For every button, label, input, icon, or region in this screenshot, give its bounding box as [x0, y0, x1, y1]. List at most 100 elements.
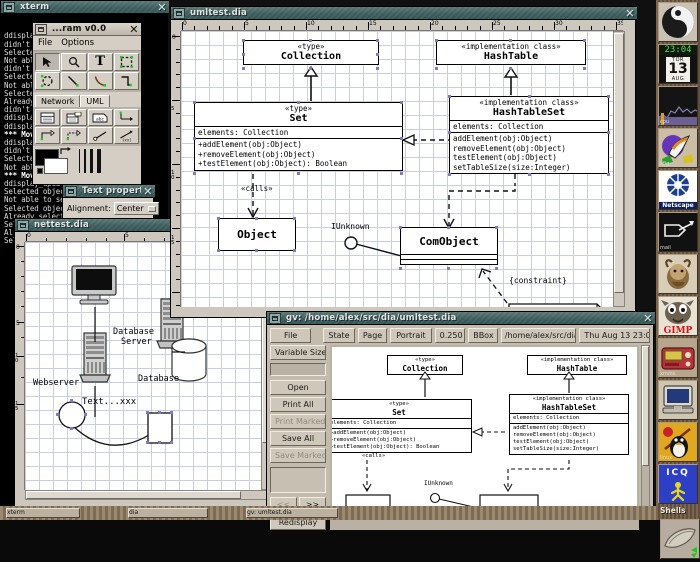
taskbar-item-xterm[interactable]: xterm	[6, 508, 80, 518]
computer-icon[interactable]	[658, 380, 698, 420]
text-tool-button[interactable]: T	[88, 53, 113, 71]
linux-penguin-icon[interactable]: linux	[658, 422, 698, 462]
radio-icon[interactable]: xmms	[658, 338, 698, 378]
ellipse-tool-button[interactable]	[35, 72, 60, 90]
zigzagline-tool-button[interactable]	[114, 72, 139, 90]
gv-toolbar[interactable]: File State Page Portrait 0.250 BBox /hom…	[267, 325, 653, 345]
magnify-tool-button[interactable]	[61, 53, 86, 71]
close-icon[interactable]: ✕	[155, 2, 169, 13]
close-icon[interactable]: ✕	[141, 186, 155, 197]
gnu-icon[interactable]	[658, 254, 698, 294]
icq-icon[interactable]: ICQ	[658, 464, 698, 504]
toolbox-titlebar[interactable]: ...ram v0.0 ✕	[33, 23, 141, 36]
sheet-grid[interactable]: abc	[33, 107, 141, 146]
box-tool-button[interactable]	[114, 53, 139, 71]
gv-orientation-button[interactable]: Portrait	[390, 328, 431, 343]
system-monitor-icon[interactable]: cpu	[658, 86, 698, 126]
class-icon-button[interactable]	[35, 109, 60, 126]
wmaker-icon[interactable]	[658, 2, 698, 42]
close-icon[interactable]: ✕	[127, 24, 141, 35]
hashtableset-class[interactable]: «implementation class» HashTableSet elem…	[449, 96, 609, 174]
note-icon-button[interactable]: abc	[88, 109, 113, 126]
gv-page-field[interactable]	[270, 363, 326, 376]
background-color[interactable]	[44, 158, 68, 174]
tab-network[interactable]: Network	[35, 95, 80, 107]
taskbar-item-dia[interactable]: dia	[128, 508, 208, 518]
rectangle-shape[interactable]	[147, 412, 173, 447]
xmail-icon[interactable]: mail	[658, 212, 698, 252]
gimp-paint-icon[interactable]: xfig	[658, 128, 698, 168]
gv-titlebar[interactable]: gv: /home/alex/src/dia/umltest.dia ✕	[267, 312, 655, 325]
gimp-icon[interactable]: GIMP	[658, 296, 698, 336]
gv-save-all-button[interactable]: Save All	[270, 431, 326, 446]
dependency-icon-button[interactable]	[114, 109, 139, 126]
netscape-icon[interactable]: Netscape	[658, 170, 698, 210]
gv-open-button[interactable]: Open	[270, 380, 326, 395]
gv-window[interactable]: gv: /home/alex/src/dia/umltest.dia ✕ Fil…	[266, 311, 654, 520]
object-class[interactable]: Object	[218, 218, 296, 251]
close-icon[interactable]: ✕	[641, 313, 655, 324]
shells-drawer[interactable]: Shells	[656, 506, 700, 562]
gv-page-render[interactable]: «type» Collection «implementation class»…	[332, 347, 637, 513]
gv-page-button[interactable]: Page	[358, 328, 388, 343]
xterm-titlebar[interactable]: xterm ✕	[1, 1, 169, 14]
gv-file-menu[interactable]: File	[270, 328, 311, 343]
gv-state-button[interactable]: State	[323, 328, 355, 343]
swap-colors-icon[interactable]	[60, 147, 72, 157]
menu-file[interactable]: File	[38, 38, 52, 48]
collection-class[interactable]: «type» Collection	[243, 40, 379, 65]
umltest-canvas[interactable]: Object dependency (dashed, open arrow) -…	[181, 31, 613, 307]
window-menu-icon[interactable]	[269, 313, 281, 324]
gv-sidebar[interactable]: Variable Size Open Print All Print Marke…	[270, 345, 326, 530]
sheet-tabs[interactable]: Network UML	[35, 95, 139, 107]
text-properties-titlebar[interactable]: Text properties ✕	[63, 185, 155, 198]
umltest-vscrollbar[interactable]	[613, 31, 625, 307]
nettest-hscrollbar[interactable]	[25, 490, 271, 500]
linewidth-4[interactable]	[97, 149, 101, 173]
set-class[interactable]: «type» Set elements: Collection +addElem…	[194, 102, 403, 171]
linewidth-1[interactable]	[79, 149, 80, 173]
implements-icon-button[interactable]: (xx)	[114, 127, 139, 144]
association-icon-button[interactable]	[88, 127, 113, 144]
menu-options[interactable]: Options	[61, 38, 94, 48]
line-tool-button[interactable]	[61, 72, 86, 90]
tool-grid[interactable]: T	[33, 51, 141, 92]
gv-bbox-button[interactable]: BBox	[468, 328, 498, 343]
dock[interactable]: 23:04 TOR 13 AUG cpu	[656, 0, 700, 520]
window-menu-icon[interactable]	[35, 24, 47, 35]
taskbar[interactable]: xterm dia gv: umltest.dia	[0, 506, 656, 520]
fg-bg-color-swatch[interactable]	[35, 149, 71, 175]
gv-vscrollbar[interactable]	[641, 345, 650, 515]
linewidth-3[interactable]	[90, 149, 93, 173]
taskbar-item-gv[interactable]: gv: umltest.dia	[246, 508, 338, 518]
dia-toolbox-window[interactable]: ...ram v0.0 ✕ File Options T	[32, 22, 142, 185]
nettest-hscroll-row[interactable]	[25, 490, 271, 500]
umltest-titlebar[interactable]: umltest.dia ✕	[171, 7, 637, 20]
gv-preview-pane[interactable]: «type» Collection «implementation class»…	[330, 345, 639, 530]
umltest-window[interactable]: umltest.dia ✕ 05101520253035 0 5 10 15	[170, 6, 636, 318]
note-shape[interactable]: Note: xyzzy!	[508, 303, 608, 307]
window-menu-icon[interactable]	[173, 8, 185, 19]
comobject-class[interactable]: ComObject	[400, 227, 498, 265]
gv-page-thumbnail[interactable]	[270, 467, 326, 493]
class-stereotype-icon-button[interactable]	[61, 109, 86, 126]
realization-icon-button[interactable]	[61, 127, 86, 144]
gv-scale-button[interactable]: 0.250	[435, 328, 466, 343]
close-icon[interactable]: ✕	[623, 8, 637, 19]
reset-colors-icon[interactable]	[37, 168, 43, 174]
window-menu-icon[interactable]	[3, 2, 15, 13]
hashtable-class[interactable]: «implementation class» HashTable	[436, 40, 586, 65]
arc-tool-button[interactable]	[88, 72, 113, 90]
linewidth-2[interactable]	[84, 149, 86, 173]
line-width-selector[interactable]	[75, 149, 101, 173]
shells-icon[interactable]	[660, 519, 700, 559]
window-menu-icon[interactable]	[17, 220, 29, 231]
gv-path-field[interactable]: /home/alex/src/dia/umlt	[501, 328, 577, 343]
alignment-select[interactable]: Center	[114, 202, 159, 215]
gv-variable-size-button[interactable]: Variable Size	[270, 345, 326, 360]
clock-icon[interactable]: 23:04 TOR 13 AUG	[658, 44, 698, 84]
window-menu-icon[interactable]	[65, 186, 77, 197]
color-and-linewidth-area[interactable]	[33, 146, 141, 178]
gv-print-all-button[interactable]: Print All	[270, 397, 326, 412]
tab-uml[interactable]: UML	[80, 95, 109, 107]
